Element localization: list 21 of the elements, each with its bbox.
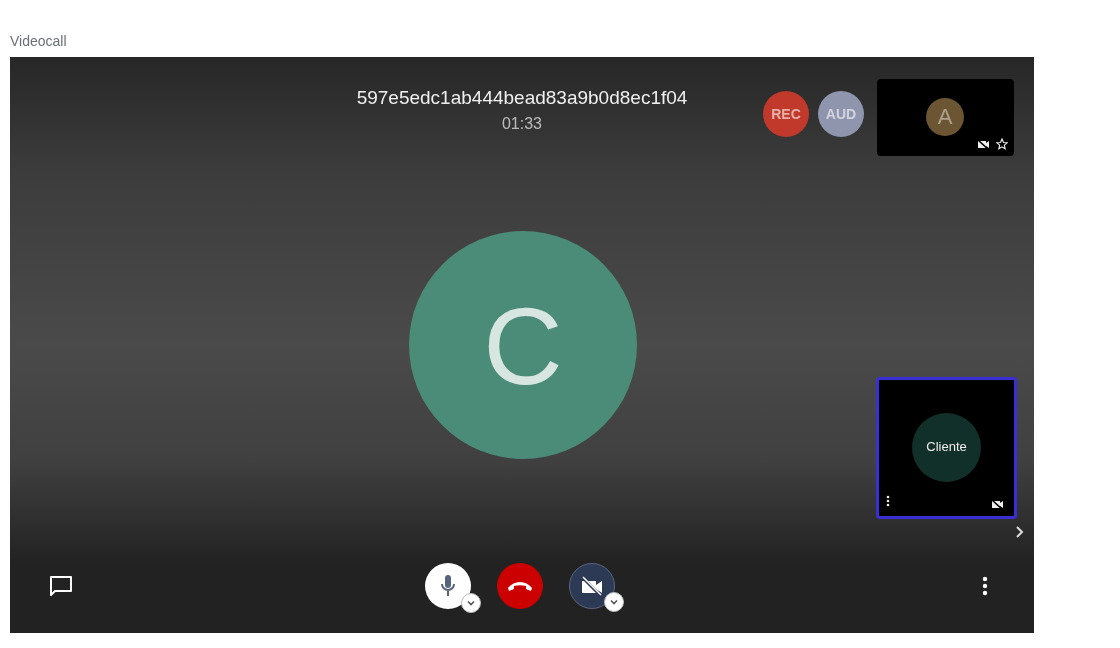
participant-avatar: C — [409, 231, 637, 459]
camera-off-icon — [580, 576, 604, 596]
hang-up-button[interactable] — [497, 563, 543, 609]
more-icon[interactable] — [982, 576, 988, 596]
chat-icon[interactable] — [49, 575, 73, 597]
chevron-right-icon[interactable] — [1014, 525, 1026, 539]
status-badge[interactable]: AUD — [818, 91, 864, 137]
microphone-icon — [440, 574, 456, 598]
status-badge[interactable]: REC — [763, 91, 809, 137]
participant-tile[interactable]: A — [877, 79, 1014, 156]
section-title: Videocall — [10, 33, 67, 49]
dropdown-icon[interactable] — [461, 593, 481, 613]
session-id: 597e5edc1ab444bead83a9b0d8ec1f04 — [356, 87, 688, 109]
dropdown-icon[interactable] — [604, 592, 624, 612]
call-timer: 01:33 — [501, 115, 542, 133]
phone-icon — [506, 580, 534, 592]
participant-name: Cliente — [926, 439, 967, 454]
more-icon[interactable] — [886, 495, 890, 507]
participant-tile[interactable]: Cliente — [876, 377, 1017, 519]
star-icon[interactable] — [996, 138, 1008, 150]
avatar-initial: A — [937, 104, 953, 130]
